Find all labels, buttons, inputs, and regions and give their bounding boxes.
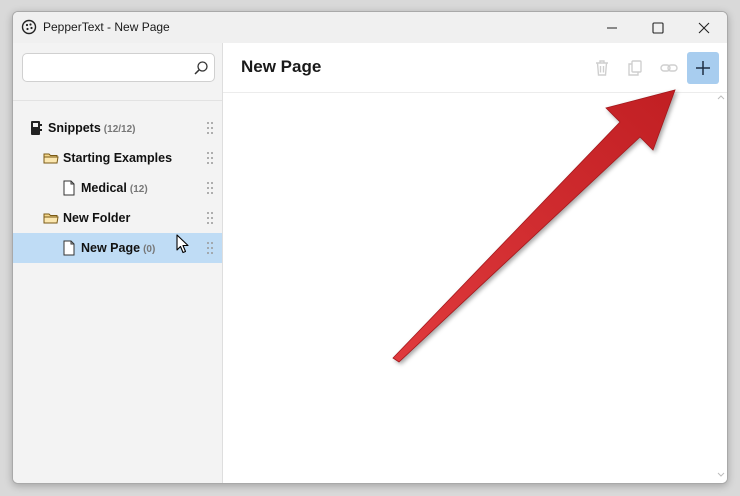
tree-item-label: New Folder <box>63 211 131 225</box>
main-panel: New Page <box>223 43 727 483</box>
vertical-scrollbar[interactable] <box>715 93 727 483</box>
drag-handle-icon[interactable] <box>206 121 214 135</box>
divider <box>13 100 222 101</box>
mouse-cursor-icon <box>176 234 189 254</box>
search-icon[interactable] <box>193 60 209 76</box>
page-editor[interactable] <box>223 94 715 483</box>
drag-handle-icon[interactable] <box>206 151 214 165</box>
folder-icon <box>43 153 59 164</box>
drag-handle-icon[interactable] <box>206 181 214 195</box>
app-window: PepperText - New Page Snippets (12/12) S… <box>12 11 728 484</box>
maximize-icon <box>652 21 664 34</box>
tree-item-count: (0) <box>143 244 156 255</box>
search-input[interactable] <box>23 54 188 81</box>
tree-item-label: New Page <box>81 241 141 255</box>
tree-item-snippets[interactable]: Snippets (12/12) <box>13 113 222 143</box>
scroll-arrows <box>717 95 725 477</box>
folder-icon <box>43 213 59 224</box>
tree-item-count: (12) <box>129 184 148 195</box>
link-icon[interactable] <box>658 57 680 79</box>
add-page-button[interactable] <box>687 52 719 84</box>
copy-icon[interactable] <box>624 57 646 79</box>
main-header: New Page <box>223 43 727 93</box>
tree-item-new-folder[interactable]: New Folder <box>13 203 222 233</box>
window-title: PepperText - New Page <box>43 20 170 34</box>
pepper-app-icon <box>21 19 37 35</box>
trash-icon[interactable] <box>591 57 613 79</box>
drag-handle-icon[interactable] <box>206 241 214 255</box>
page-icon <box>63 180 75 196</box>
notebook-icon <box>31 121 42 135</box>
search-box <box>22 53 215 82</box>
tree-item-count: (12/12) <box>103 124 136 135</box>
drag-handle-icon[interactable] <box>206 211 214 225</box>
tree-item-label: Medical <box>81 181 127 195</box>
tree-item-new-page[interactable]: New Page (0) <box>13 233 222 263</box>
tree-item-label: Snippets <box>48 121 101 135</box>
plus-icon <box>696 61 710 75</box>
page-title: New Page <box>241 57 322 76</box>
tree-item-starting-examples[interactable]: Starting Examples <box>13 143 222 173</box>
tree-item-label: Starting Examples <box>63 151 173 165</box>
minimize-button-2[interactable] <box>589 12 635 43</box>
maximize-button[interactable] <box>635 12 681 43</box>
sidebar: Snippets (12/12) Starting Examples Medic… <box>13 43 223 483</box>
minimize-icon <box>607 26 617 29</box>
close-icon <box>698 22 710 33</box>
close-button[interactable] <box>681 12 727 43</box>
page-icon <box>63 240 75 256</box>
tree-item-medical[interactable]: Medical (12) <box>13 173 222 203</box>
